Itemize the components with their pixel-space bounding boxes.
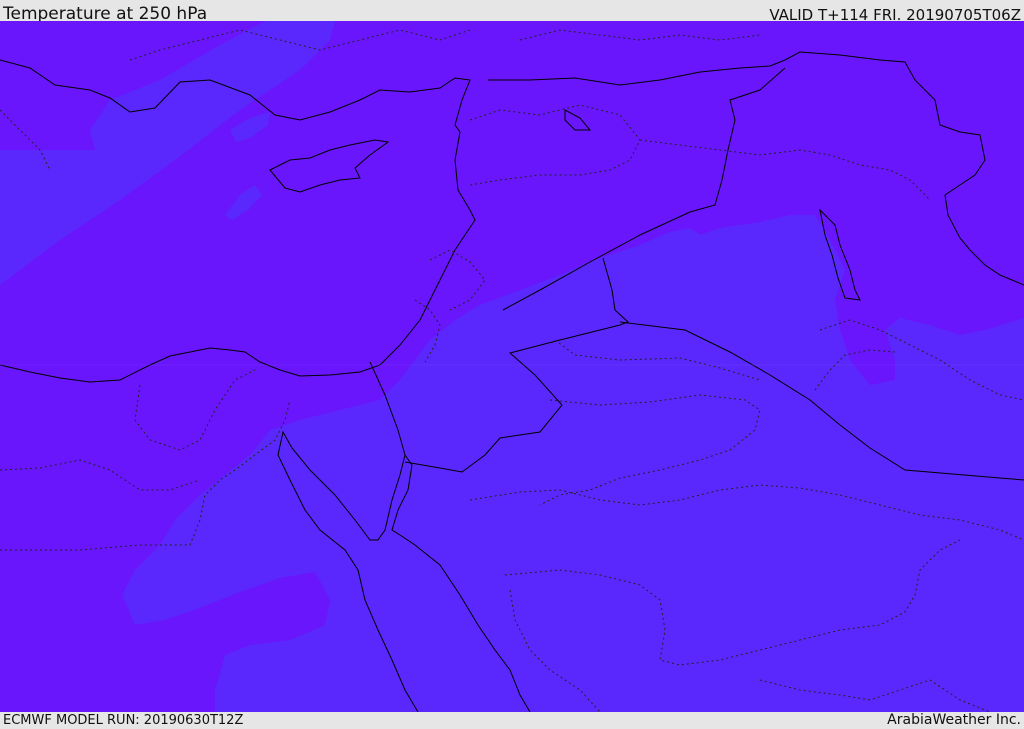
weather-map[interactable] [0, 21, 1024, 712]
model-run-label: ECMWF MODEL RUN: 20190630T12Z [3, 713, 244, 728]
header-bar: Temperature at 250 hPa VALID T+114 FRI. … [0, 0, 1024, 24]
footer-bar: ECMWF MODEL RUN: 20190630T12Z ArabiaWeat… [0, 712, 1024, 729]
credit-label: ArabiaWeather Inc. [887, 712, 1021, 728]
map-canvas [0, 21, 1024, 712]
